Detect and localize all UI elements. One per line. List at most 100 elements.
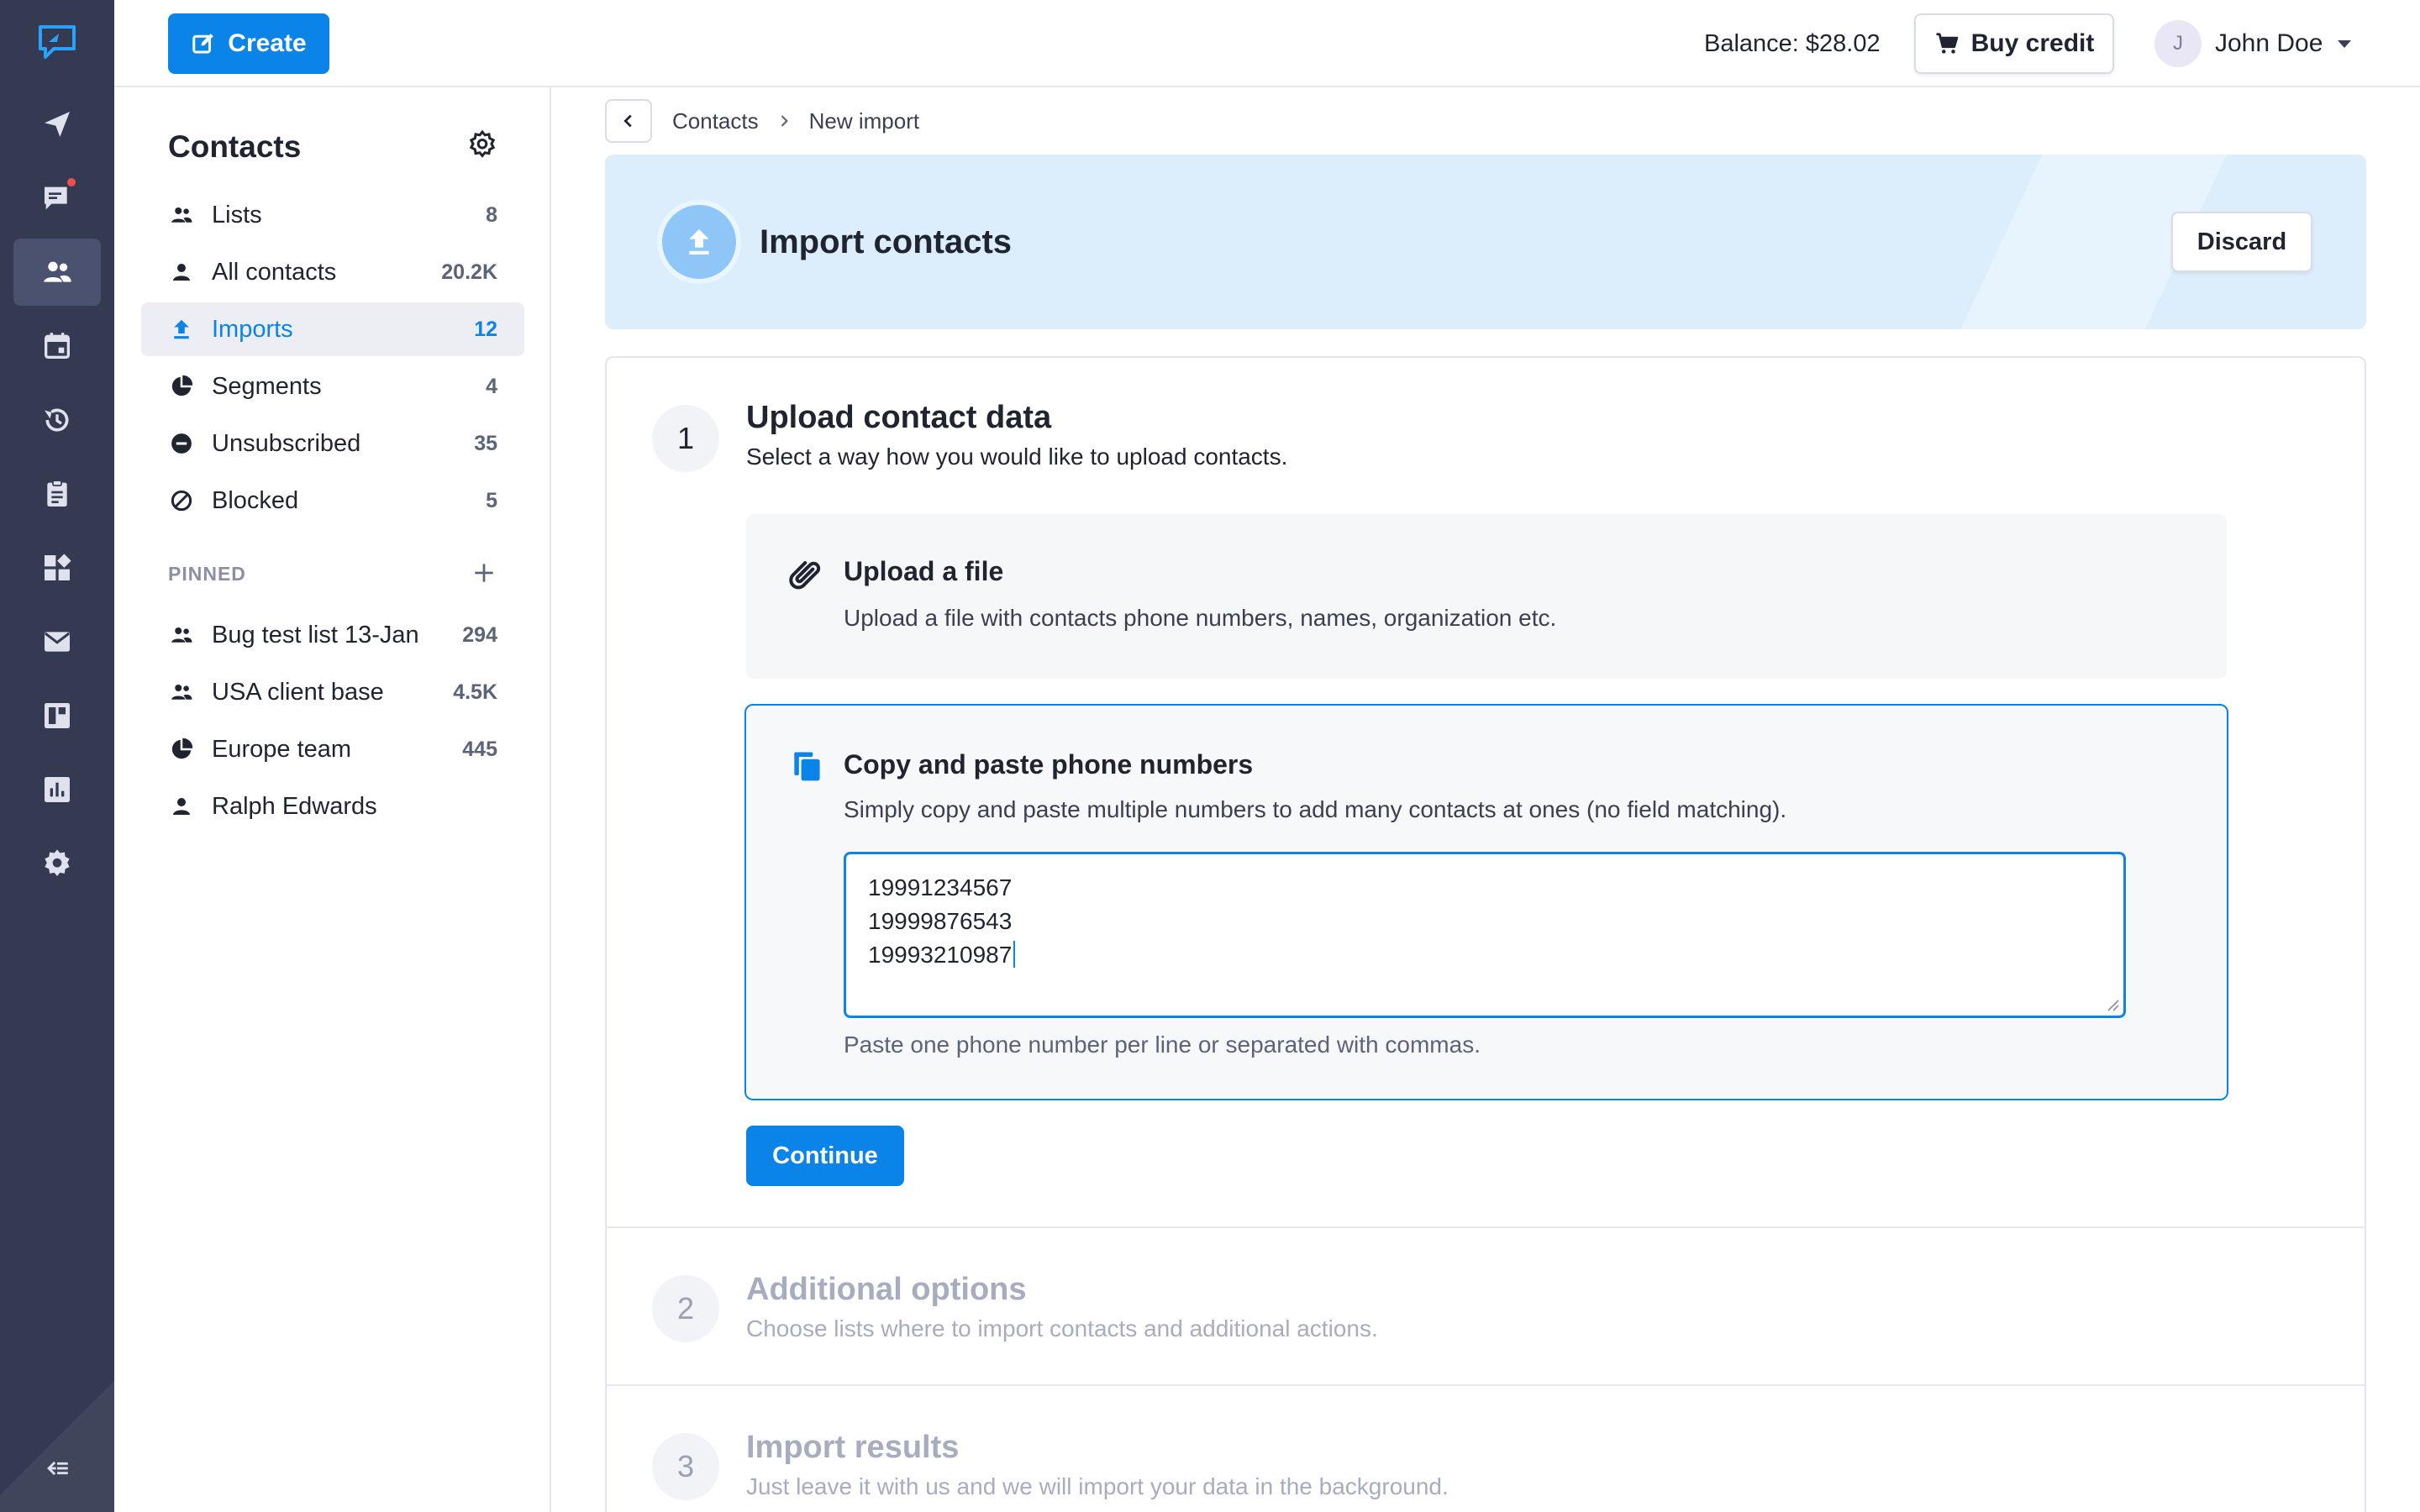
send-icon (45, 112, 70, 137)
sidebar-item-count: 8 (486, 202, 497, 227)
chevron-right-icon (781, 115, 788, 127)
add-pinned-icon[interactable] (471, 559, 497, 586)
breadcrumb: Contacts New import (672, 99, 919, 143)
history-icon (45, 408, 69, 432)
edit-icon (192, 34, 214, 54)
person-icon (173, 798, 190, 815)
pinned-section-label: PINNED (168, 563, 246, 585)
rail-item-calendar[interactable] (13, 312, 101, 380)
rail-decoration (0, 1364, 114, 1512)
apps-icon (45, 554, 71, 580)
sidebar-item-unsubscribed[interactable]: Unsubscribed 35 (141, 417, 524, 470)
sidebar-item-label: Segments (212, 372, 322, 400)
rail-item-campaigns[interactable] (13, 91, 101, 158)
create-button[interactable]: Create (168, 13, 329, 74)
pinned-item-label: USA client base (212, 678, 384, 706)
step-divider (607, 1226, 2365, 1228)
contacts-icon (44, 261, 71, 282)
paperclip-icon (789, 561, 821, 590)
gear-icon[interactable] (467, 129, 497, 160)
sidebar-item-all-contacts[interactable]: All contacts 20.2K (141, 245, 524, 299)
rail-item-apps[interactable] (13, 534, 101, 601)
sidebar-item-count: 4 (486, 374, 497, 398)
caret-down-icon (2338, 39, 2352, 48)
sidebar-item-label: Blocked (212, 486, 299, 514)
pinned-item-count: 294 (462, 622, 497, 647)
pinned-item-label: Bug test list 13-Jan (212, 621, 419, 648)
balance-text: Balance: $28.02 (1704, 29, 1881, 57)
pinned-item-count: 445 (462, 737, 497, 761)
app-rail (0, 0, 114, 1512)
rail-item-email[interactable] (13, 608, 101, 675)
logo-icon[interactable] (37, 24, 77, 60)
rail-item-reports[interactable] (13, 756, 101, 823)
sidebar-item-label: Imports (212, 315, 293, 343)
rail-item-messages[interactable] (13, 165, 101, 232)
sidebar-item-imports[interactable]: Imports 12 (141, 302, 524, 356)
rail-item-history[interactable] (13, 386, 101, 454)
step-number: 1 (652, 405, 719, 472)
notification-badge (66, 176, 77, 188)
step-number: 2 (652, 1275, 719, 1342)
chevron-left-icon (623, 114, 632, 128)
calendar-icon (45, 333, 70, 359)
rail-item-contacts[interactable] (13, 239, 101, 306)
step-number: 3 (652, 1433, 719, 1500)
page-title: Import contacts (760, 223, 1013, 260)
pinned-item[interactable]: Europe team 445 (141, 722, 524, 776)
step-subtitle: Select a way how you would like to uploa… (746, 444, 1288, 470)
sidebar-item-label: Unsubscribed (212, 429, 361, 457)
step-title[interactable]: Import results (746, 1430, 959, 1466)
top-bar: Create Balance: $28.02 Buy credit J John… (114, 0, 2420, 87)
option-description: Upload a file with contacts phone number… (844, 605, 1557, 631)
user-menu[interactable]: J John Doe (2154, 20, 2352, 67)
contacts-sidebar: Contacts Lists 8 All contacts 20.2K Impo… (114, 87, 551, 1512)
sidebar-item-count: 12 (474, 317, 497, 341)
collapse-rail-button[interactable] (37, 1452, 77, 1485)
cart-icon (1936, 33, 1958, 54)
avatar: J (2154, 20, 2202, 67)
people-icon (171, 627, 192, 643)
step-title: Upload contact data (746, 400, 1052, 435)
continue-button[interactable]: Continue (746, 1126, 904, 1186)
paste-numbers-option[interactable]: Copy and paste phone numbers Simply copy… (744, 704, 2228, 1100)
breadcrumb-current: New import (808, 108, 920, 134)
step-title[interactable]: Additional options (746, 1272, 1027, 1308)
sidebar-item-count: 20.2K (441, 260, 497, 284)
resize-handle-icon[interactable] (2105, 997, 2120, 1012)
sidebar-item-lists[interactable]: Lists 8 (141, 188, 524, 242)
dashboard-icon (45, 703, 70, 728)
people-icon (171, 685, 192, 700)
user-name: John Doe (2215, 29, 2323, 57)
collapse-icon (47, 1461, 68, 1476)
block-icon (171, 490, 192, 512)
rail-item-settings[interactable] (13, 830, 101, 897)
pinned-item[interactable]: USA client base 4.5K (141, 665, 524, 719)
buy-credit-button[interactable]: Buy credit (1914, 13, 2114, 74)
mail-icon (44, 632, 71, 652)
phone-numbers-textarea[interactable]: 19991234567 19999876543 19993210987 (844, 852, 2126, 1018)
back-button[interactable] (605, 99, 652, 143)
pinned-item[interactable]: Ralph Edwards (141, 780, 524, 833)
pie-icon (171, 738, 193, 759)
discard-button[interactable]: Discard (2171, 212, 2312, 272)
create-button-label: Create (228, 29, 307, 57)
sidebar-title: Contacts (168, 129, 302, 164)
option-title: Upload a file (844, 556, 1004, 586)
upload-file-option[interactable]: Upload a file Upload a file with contact… (746, 514, 2227, 679)
pinned-item-label: Ralph Edwards (212, 792, 377, 820)
upload-icon (174, 319, 189, 339)
breadcrumb-contacts-link[interactable]: Contacts (672, 108, 759, 134)
option-description: Simply copy and paste multiple numbers t… (844, 796, 1787, 822)
step-divider (607, 1384, 2365, 1386)
sidebar-item-segments[interactable]: Segments 4 (141, 360, 524, 413)
sidebar-item-blocked[interactable]: Blocked 5 (141, 474, 524, 528)
chart-icon (45, 777, 70, 802)
rail-item-tasks[interactable] (13, 460, 101, 528)
import-header: Import contacts Discard (605, 155, 2366, 329)
buy-credit-label: Buy credit (1970, 29, 2095, 57)
sidebar-item-label: Lists (212, 201, 262, 228)
rail-item-boards[interactable] (13, 682, 101, 749)
textarea-value: 19991234567 19999876543 19993210987 (868, 874, 1013, 968)
pinned-item[interactable]: Bug test list 13-Jan 294 (141, 608, 524, 662)
